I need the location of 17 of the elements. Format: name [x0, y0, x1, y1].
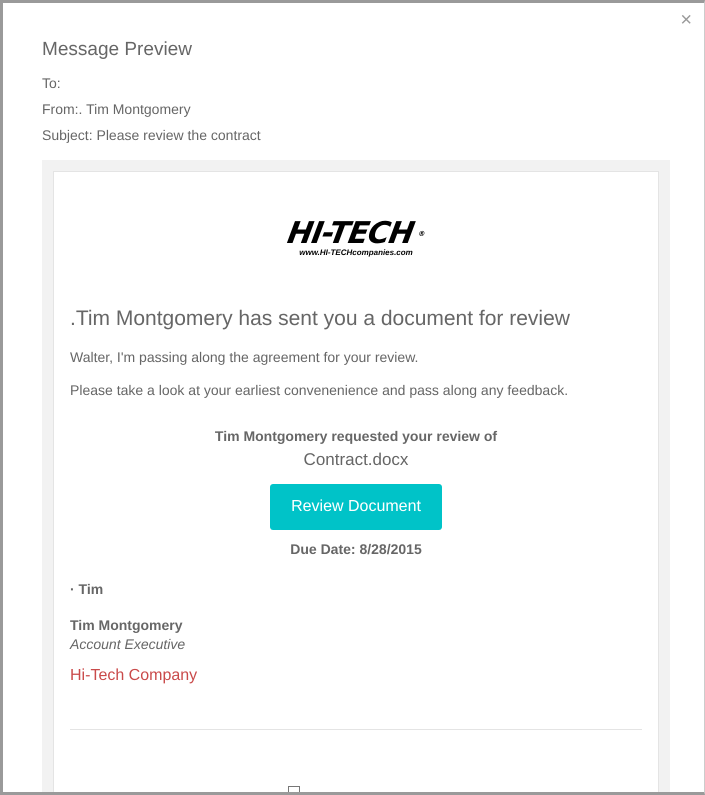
due-date: Due Date: 8/28/2015: [290, 541, 422, 557]
header-field: To:: [42, 75, 704, 101]
sign-off: · Tim: [70, 581, 104, 597]
email-paragraph: Walter, I'm passing along the agreement for your review.: [70, 349, 420, 365]
document-name: Contract.docx: [304, 450, 408, 470]
email-paragraph: Please take a look at your earliest convenenience and pass along any feedback.: [70, 382, 570, 398]
company-name: Hi-Tech Company: [70, 667, 198, 685]
logo-url: www.HI-TECHcompanies.com: [298, 248, 414, 257]
signature-name: Tim Montgomery: [70, 617, 184, 633]
header-field: Subject: Please review the contract: [42, 127, 704, 153]
signature-role: Account Executive: [70, 636, 186, 652]
dialog-title: Message Preview: [42, 39, 193, 61]
email-heading: .Tim Montgomery has sent you a document for review: [70, 307, 571, 331]
close-button[interactable]: ×: [676, 9, 696, 32]
review-document-button[interactable]: Review Document: [270, 484, 442, 530]
request-text: Tim Montgomery requested your review of: [214, 428, 498, 444]
header-field: From:. Tim Montgomery: [42, 101, 704, 127]
